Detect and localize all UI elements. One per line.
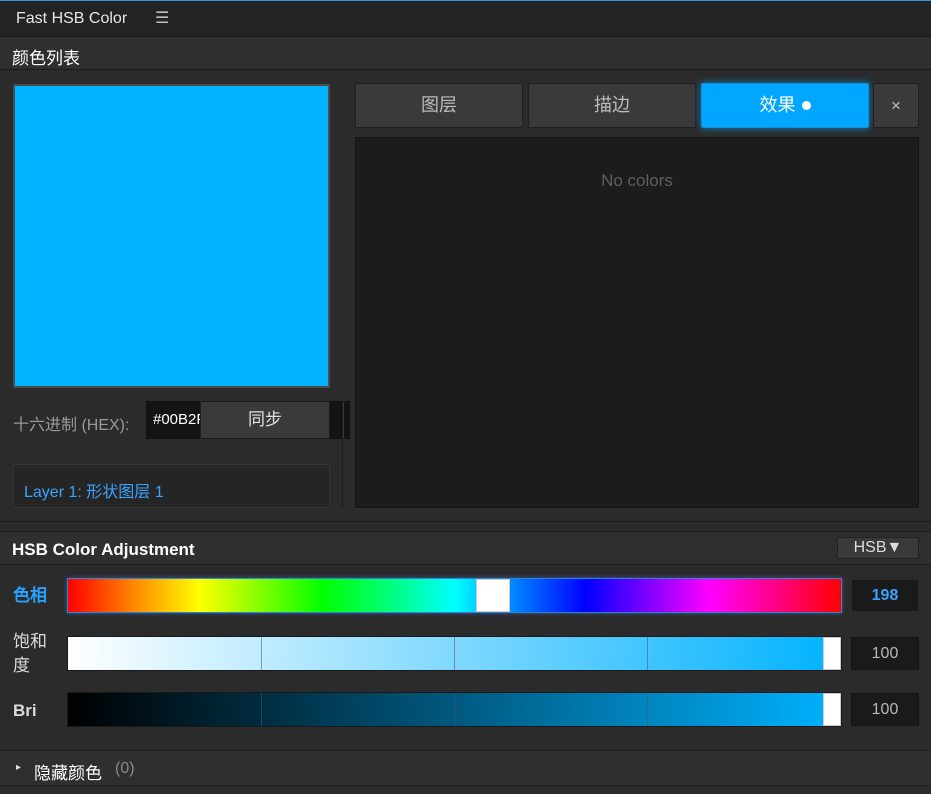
hex-input-extension bbox=[330, 401, 350, 439]
brightness-slider-track[interactable] bbox=[67, 692, 842, 727]
saturation-slider-track[interactable] bbox=[67, 636, 842, 671]
brightness-slider-thumb[interactable] bbox=[823, 693, 841, 726]
hamburger-menu-icon[interactable]: ☰ bbox=[155, 9, 169, 29]
layer-name-link[interactable]: Layer 1: 形状图层 1 bbox=[24, 478, 164, 502]
colors-list: No colors bbox=[355, 137, 919, 508]
hsb-title: HSB Color Adjustment bbox=[12, 540, 195, 559]
tab-stroke[interactable]: 描边 bbox=[528, 83, 696, 128]
hidden-colors-count: (0) bbox=[115, 760, 135, 777]
hsb-header: HSB Color Adjustment bbox=[0, 531, 931, 565]
caret-right-icon: ▸ bbox=[16, 762, 22, 773]
saturation-value-input[interactable]: 100 bbox=[851, 637, 919, 670]
sync-button[interactable]: 同步 bbox=[200, 401, 330, 439]
hue-slider-track[interactable] bbox=[67, 578, 842, 613]
tab-effects[interactable]: 效果 bbox=[701, 83, 869, 128]
brightness-label: Bri bbox=[13, 701, 37, 720]
hue-value-input[interactable]: 198 bbox=[851, 579, 919, 612]
hex-input[interactable]: #00B2FF bbox=[146, 401, 204, 439]
saturation-label-line2: 度 bbox=[13, 656, 30, 675]
saturation-label-line1: 饱和 bbox=[13, 632, 47, 651]
hidden-colors-toggle[interactable]: ▸ 隐藏颜色 (0) bbox=[0, 750, 931, 786]
color-mode-dropdown[interactable]: HSB▼ bbox=[837, 537, 919, 559]
hex-label: 十六进制 (HEX): bbox=[13, 417, 130, 434]
hue-slider-thumb[interactable] bbox=[476, 579, 510, 612]
panel-divider bbox=[342, 402, 343, 508]
app-title: Fast HSB Color bbox=[16, 10, 128, 27]
tab-effects-label: 效果 bbox=[759, 95, 796, 115]
active-dot-icon bbox=[801, 101, 811, 110]
close-button[interactable]: × bbox=[873, 83, 919, 128]
tab-layer[interactable]: 图层 bbox=[355, 83, 523, 128]
empty-state-text: No colors bbox=[601, 171, 673, 190]
saturation-slider-thumb[interactable] bbox=[823, 637, 841, 670]
color-list-title: 颜色列表 bbox=[12, 49, 80, 68]
color-preview-swatch[interactable] bbox=[13, 84, 330, 388]
title-bar: Fast HSB Color ☰ bbox=[0, 0, 931, 36]
hue-label: 色相 bbox=[13, 586, 47, 605]
color-list-header[interactable]: 颜色列表 bbox=[0, 36, 931, 70]
brightness-value-input[interactable]: 100 bbox=[851, 693, 919, 726]
hidden-colors-label: 隐藏颜色 bbox=[34, 764, 102, 783]
layer-info-box: Layer 1: 形状图层 1 bbox=[13, 464, 330, 508]
